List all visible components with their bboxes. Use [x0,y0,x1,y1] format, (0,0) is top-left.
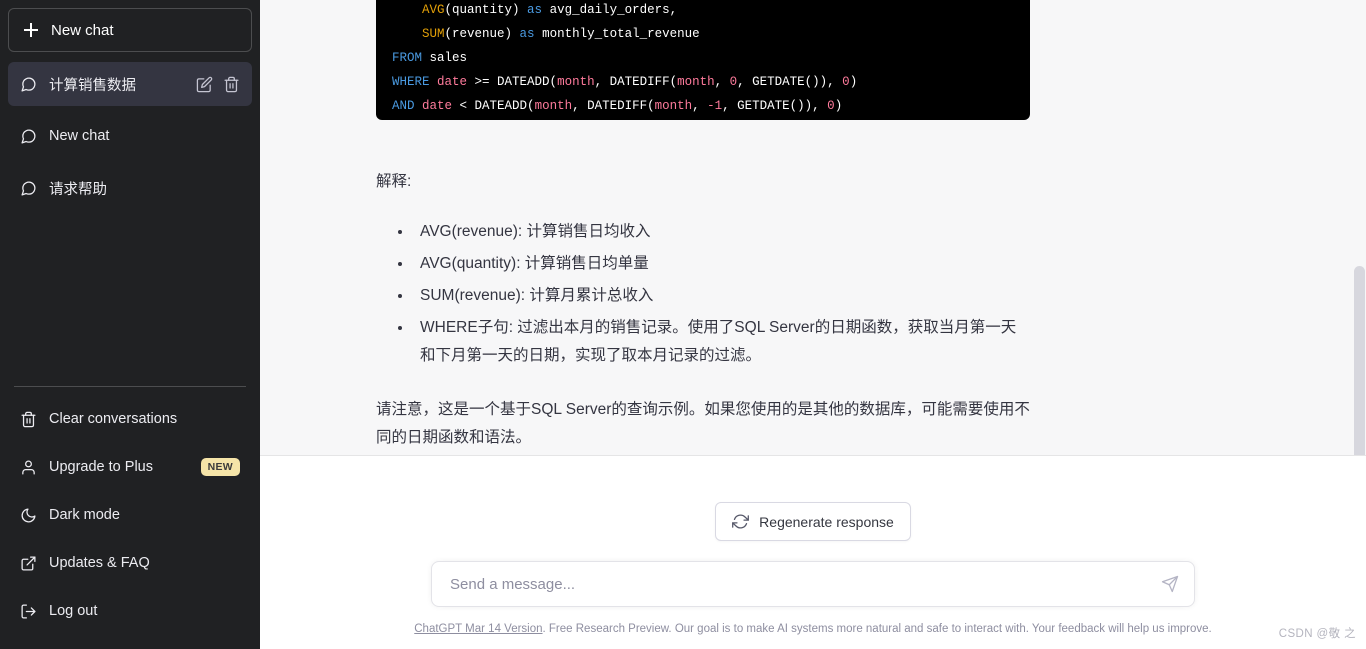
assistant-message: AVG(revenue) as avg_daily_revenue, AVG(q… [376,0,1030,452]
sidebar-divider [14,386,246,387]
watermark: CSDN @敬 之 [1278,628,1356,640]
external-link-icon [21,555,36,571]
chat-bubble-icon [21,180,36,196]
chat-title: 请求帮助 [49,181,107,198]
code-block: AVG(revenue) as avg_daily_revenue, AVG(q… [376,0,1030,120]
sidebar: New chat 计算销售数据 New chat 请求帮助 Clear conv… [0,0,260,649]
scrollbar-thumb[interactable] [1354,266,1365,455]
regenerate-response-button[interactable]: Regenerate response [715,502,911,541]
conversation-thread: AVG(revenue) as avg_daily_revenue, AVG(q… [260,0,1366,456]
new-chat-label: New chat [51,21,114,39]
chat-bubble-icon [21,128,36,144]
menu-label: Upgrade to Plus [49,459,153,475]
sidebar-item-clear-conversations[interactable]: Clear conversations [8,395,252,443]
sidebar-menu: Clear conversations Upgrade to Plus NEW … [8,395,252,641]
main-panel: AVG(revenue) as avg_daily_revenue, AVG(q… [260,0,1366,649]
menu-label: Dark mode [49,507,120,523]
sidebar-item-upgrade-to-plus[interactable]: Upgrade to Plus NEW [8,443,252,491]
regenerate-label: Regenerate response [759,513,894,530]
send-icon [1161,575,1179,593]
conversation-list: 计算销售数据 New chat 请求帮助 [8,62,252,218]
list-item: AVG(revenue): 计算销售日均收入 [398,218,1030,246]
trash-icon[interactable] [223,76,240,93]
moon-icon [21,507,36,522]
regenerate-row: Regenerate response [260,502,1366,541]
sidebar-item-log-out[interactable]: Log out [8,587,252,635]
note-paragraph: 请注意，这是一个基于SQL Server的查询示例。如果您使用的是其他的数据库，… [376,401,1030,446]
menu-label: Log out [49,603,98,619]
menu-label: Clear conversations [49,411,178,427]
pencil-icon[interactable] [196,76,213,93]
version-link[interactable]: ChatGPT Mar 14 Version [414,623,542,635]
footer-text: . Free Research Preview. Our goal is to … [542,623,1212,635]
sidebar-item-chat-1[interactable]: New chat [8,114,252,158]
sidebar-item-dark-mode[interactable]: Dark mode [8,491,252,539]
plus-icon [23,22,39,38]
message-input-wrapper [431,561,1195,607]
list-item: AVG(quantity): 计算销售日均单量 [398,250,1030,278]
list-item: WHERE子句: 过滤出本月的销售记录。使用了SQL Server的日期函数，获… [398,314,1030,370]
new-badge: NEW [200,458,240,476]
user-icon [22,459,35,475]
refresh-icon [732,514,750,529]
sidebar-item-chat-2[interactable]: 请求帮助 [8,166,252,210]
explain-heading: 解释: [376,173,412,190]
sidebar-item-chat-0[interactable]: 计算销售数据 [8,62,252,106]
footer-disclaimer: ChatGPT Mar 14 Version. Free Research Pr… [260,623,1366,635]
composer: Regenerate response ChatGPT Mar 14 Versi… [260,456,1366,649]
menu-label: Updates & FAQ [49,555,150,571]
sidebar-item-updates-faq[interactable]: Updates & FAQ [8,539,252,587]
chat-title: 计算销售数据 [49,77,136,94]
send-button[interactable] [1157,571,1183,597]
scrollbar[interactable] [1352,0,1366,455]
logout-icon [21,603,36,619]
list-item: SUM(revenue): 计算月累计总收入 [398,282,1030,310]
explanation-list: AVG(revenue): 计算销售日均收入 AVG(quantity): 计算… [376,218,1030,370]
app-root: New chat 计算销售数据 New chat 请求帮助 Clear conv… [0,0,1366,649]
chat-bubble-icon [21,76,36,92]
chat-title: New chat [49,128,110,144]
chat-actions [196,76,240,93]
new-chat-button[interactable]: New chat [8,8,252,52]
trash-icon [21,411,36,427]
message-input[interactable] [431,561,1195,607]
